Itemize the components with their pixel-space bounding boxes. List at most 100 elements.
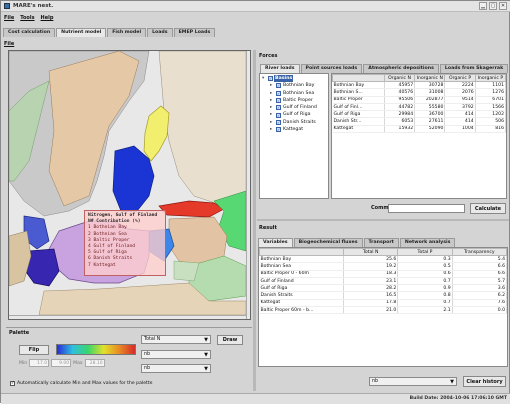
expand-icon[interactable]: ▸ bbox=[270, 104, 275, 111]
tab-fish-model[interactable]: Fish model bbox=[107, 28, 147, 37]
table-row[interactable]: Danish Straits 16.5 0.8 6.2 bbox=[259, 291, 507, 300]
table-cell[interactable]: 28.2 bbox=[343, 284, 399, 293]
table-cell[interactable]: 1276 bbox=[475, 88, 506, 97]
tab-biogeochemical-fluxes[interactable]: Biogeochemical fluxes bbox=[293, 238, 363, 247]
tab-nutrient-model[interactable]: Nutrient model bbox=[56, 28, 107, 37]
tab-atmospheric-depositions[interactable]: Atmospheric depositions bbox=[363, 64, 439, 73]
table-row[interactable]: Danish Str... 6053 27611 414 506 bbox=[332, 117, 506, 126]
column-header[interactable]: Inorganic P bbox=[474, 74, 506, 82]
result-select[interactable]: nb ▼ bbox=[369, 377, 457, 386]
checkbox-icon[interactable]: ✓ bbox=[276, 127, 281, 133]
table-row[interactable]: Baltic Proper 0 - 60m 18.3 0.6 6.6 bbox=[259, 270, 507, 278]
min-field[interactable]: 17.0 bbox=[29, 359, 50, 367]
table-cell[interactable]: 27611 bbox=[414, 117, 446, 126]
tab-river-loads[interactable]: River loads bbox=[260, 64, 300, 73]
table-cell[interactable]: 0.8 bbox=[397, 291, 453, 300]
basin-tree[interactable]: ▾ ✓ Basins ▸ ✓ Bothnian Bay ▸ ✓ Bothnian… bbox=[259, 73, 329, 199]
tree-node-root[interactable]: ▾ ✓ Basins bbox=[262, 75, 326, 83]
table-cell[interactable]: 202877 bbox=[414, 96, 446, 104]
table-row[interactable]: Gulf of Riga 29984 36700 414 1202 bbox=[332, 110, 506, 119]
expand-icon[interactable]: ▸ bbox=[270, 82, 275, 89]
table-cell[interactable]: 3792 bbox=[444, 103, 476, 112]
table-cell[interactable]: 44782 bbox=[384, 103, 416, 112]
table-row[interactable]: Kattegat 17.8 0.7 7.6 bbox=[259, 299, 507, 308]
table-cell[interactable]: 31008 bbox=[414, 88, 446, 97]
table-row[interactable]: Bothnian Bay 25.6 0.3 5.4 bbox=[259, 255, 507, 264]
table-cell[interactable]: 3.6 bbox=[452, 284, 507, 293]
tree-node[interactable]: ▸ ✓ Gulf of Riga bbox=[262, 111, 326, 118]
table-cell[interactable]: 30728 bbox=[414, 81, 446, 90]
expand-icon[interactable]: ▸ bbox=[270, 90, 275, 97]
menu-file[interactable]: File bbox=[4, 15, 14, 25]
baltic-map[interactable]: Nitrogen, Gulf of Finland N# Contributio… bbox=[8, 50, 251, 320]
tab-transport[interactable]: Transport bbox=[363, 238, 399, 247]
expand-icon[interactable]: ▸ bbox=[270, 119, 275, 126]
checkbox-icon[interactable]: ✓ bbox=[276, 119, 281, 125]
checkbox-icon[interactable]: ✓ bbox=[276, 105, 281, 111]
table-cell[interactable]: Gulf of Finl... bbox=[332, 103, 385, 112]
tab-cost-calculation[interactable]: Cost calculation bbox=[3, 28, 56, 37]
table-cell[interactable]: 18.3 bbox=[343, 270, 399, 278]
table-cell[interactable]: 95506 bbox=[384, 96, 416, 104]
horizontal-splitter[interactable] bbox=[257, 219, 509, 221]
table-cell[interactable]: 45957 bbox=[384, 81, 416, 90]
column-header[interactable]: Total P bbox=[397, 248, 453, 256]
table-cell[interactable]: 816 bbox=[475, 125, 506, 134]
table-cell[interactable]: 2224 bbox=[444, 81, 476, 90]
table-cell[interactable]: 23.1 bbox=[343, 277, 399, 286]
menu-help[interactable]: Help bbox=[41, 15, 54, 25]
max-field[interactable]: 28.10 bbox=[84, 359, 105, 367]
depth-select[interactable]: nb ▼ bbox=[141, 364, 211, 373]
layer-select[interactable]: nb ▼ bbox=[141, 350, 211, 359]
table-cell[interactable]: Bothnian S... bbox=[332, 88, 385, 97]
table-cell[interactable]: 2076 bbox=[444, 88, 476, 97]
table-cell[interactable]: 0.7 bbox=[397, 299, 453, 308]
expand-icon[interactable]: ▸ bbox=[270, 97, 275, 104]
mid-field[interactable]: 9.00 bbox=[51, 359, 72, 367]
tab-loads-from-skagerrak[interactable]: Loads from Skagerrak bbox=[439, 64, 509, 73]
tab-network-analysis[interactable]: Network analysis bbox=[399, 238, 456, 247]
auto-palette-checkbox-row[interactable]: ✓ Automatically calculate Min and Max va… bbox=[10, 381, 152, 386]
table-cell[interactable]: 15932 bbox=[384, 125, 416, 134]
table-cell[interactable]: 414 bbox=[444, 117, 476, 126]
table-cell[interactable]: Gulf of Riga bbox=[332, 110, 385, 119]
table-cell[interactable]: 1202 bbox=[475, 110, 506, 119]
table-cell[interactable]: 21.0 bbox=[343, 306, 399, 315]
map-vertical-scrollbar[interactable] bbox=[246, 51, 250, 319]
checkbox-icon[interactable]: ✓ bbox=[276, 83, 281, 89]
expand-icon[interactable]: ▾ bbox=[262, 75, 267, 82]
auto-palette-checkbox[interactable]: ✓ bbox=[10, 381, 15, 386]
table-cell[interactable]: 5.7 bbox=[452, 277, 507, 286]
comment-input[interactable] bbox=[388, 204, 465, 213]
column-header[interactable]: Inorganic N bbox=[414, 74, 446, 82]
tree-node[interactable]: ▸ ✓ Bothnian Bay bbox=[262, 82, 326, 89]
table-cell[interactable]: 0.9 bbox=[397, 284, 453, 293]
table-cell[interactable]: Kattegat bbox=[259, 299, 344, 308]
tree-node[interactable]: ▸ ✓ Baltic Proper bbox=[262, 97, 326, 104]
tree-node[interactable]: ▸ ✓ Bothnian Sea bbox=[262, 90, 326, 97]
column-header[interactable]: Organic N bbox=[383, 74, 416, 82]
table-cell[interactable]: 25.6 bbox=[343, 255, 399, 264]
table-cell[interactable]: Danish Str... bbox=[332, 117, 385, 126]
vertical-splitter[interactable] bbox=[253, 50, 256, 391]
table-cell[interactable]: 40576 bbox=[384, 88, 416, 97]
table-cell[interactable]: Gulf of Riga bbox=[259, 284, 344, 293]
table-cell[interactable]: 5.4 bbox=[452, 255, 507, 264]
minimize-icon[interactable]: ▁ bbox=[479, 2, 487, 10]
table-cell[interactable]: 52090 bbox=[414, 125, 446, 134]
table-cell[interactable]: 414 bbox=[444, 110, 476, 119]
tab-loads[interactable]: Loads bbox=[147, 28, 173, 37]
table-cell[interactable]: 17.8 bbox=[343, 299, 399, 308]
column-header[interactable] bbox=[332, 74, 385, 82]
checkbox-icon[interactable]: ✓ bbox=[268, 76, 273, 82]
table-cell[interactable]: 0.5 bbox=[397, 262, 453, 271]
table-row[interactable]: Bothnian Bay 45957 30728 2224 1101 bbox=[332, 81, 506, 90]
table-cell[interactable]: 0.7 bbox=[397, 277, 453, 286]
table-cell[interactable]: 0.0 bbox=[452, 306, 507, 315]
variable-select[interactable]: Total N ▼ bbox=[141, 335, 211, 344]
table-cell[interactable]: 7.6 bbox=[452, 299, 507, 308]
checkbox-icon[interactable]: ✓ bbox=[276, 112, 281, 118]
table-cell[interactable]: 6053 bbox=[384, 117, 416, 126]
tab-point-sources-loads[interactable]: Point sources loads bbox=[300, 64, 363, 73]
maximize-icon[interactable]: ▢ bbox=[489, 2, 497, 10]
